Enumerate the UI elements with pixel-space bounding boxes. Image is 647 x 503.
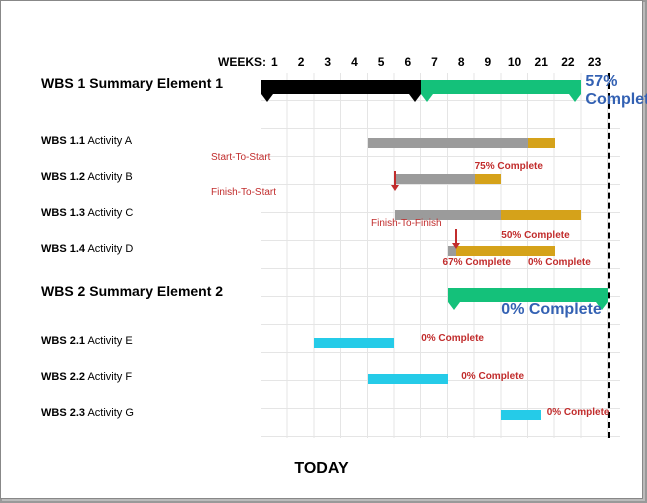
- week-tick: 7: [421, 55, 448, 71]
- weeks-axis-ticks: 12345678910212223: [261, 55, 620, 71]
- week-tick: 6: [394, 55, 421, 71]
- task-bar: [475, 174, 502, 184]
- percent-complete: 57%Complete: [585, 73, 647, 109]
- task-bar: [368, 374, 448, 384]
- row-label: WBS 1.3 Activity C: [41, 207, 133, 219]
- task-bar: [395, 174, 475, 184]
- week-tick: 21: [528, 55, 555, 71]
- progress-label: 50% Complete: [501, 230, 569, 241]
- row-label: WBS 1.4 Activity D: [41, 243, 133, 255]
- progress-label: 0% Complete: [461, 371, 524, 382]
- row-label: WBS 1.2 Activity B: [41, 171, 133, 183]
- weeks-axis-label: WEEKS:: [218, 55, 266, 69]
- percent-complete: 0% Complete: [501, 301, 601, 319]
- document-page: WEEKS: 12345678910212223 WBS 1 Summary E…: [0, 0, 643, 499]
- row-label: WBS 1 Summary Element 1: [41, 75, 223, 91]
- gantt-row: WBS 1 Summary Element 1: [41, 73, 620, 101]
- dependency-label: Finish-To-Start: [211, 187, 276, 198]
- task-bar: [368, 138, 528, 148]
- gantt-row: WBS 2.2 Activity F: [41, 365, 620, 393]
- gantt-row: WBS 1.3 Activity C: [41, 201, 620, 229]
- week-tick: 8: [448, 55, 475, 71]
- week-tick: 2: [288, 55, 315, 71]
- page-shadow: WEEKS: 12345678910212223 WBS 1 Summary E…: [0, 0, 647, 503]
- task-bar: [528, 138, 555, 148]
- bar-area: [261, 129, 620, 157]
- dependency-label: Start-To-Start: [211, 152, 270, 163]
- gantt-chart: WEEKS: 12345678910212223 WBS 1 Summary E…: [41, 51, 620, 438]
- week-tick: 1: [261, 55, 288, 71]
- task-bar: [501, 410, 541, 420]
- gantt-row: WBS 2.3 Activity G: [41, 401, 620, 429]
- summary-bar: [261, 80, 421, 94]
- task-bar: [456, 246, 555, 256]
- week-tick: 10: [501, 55, 528, 71]
- task-bar: [501, 210, 581, 220]
- gantt-row: WBS 2.1 Activity E: [41, 329, 620, 357]
- bar-area: [261, 365, 620, 393]
- row-label: WBS 2.3 Activity G: [41, 407, 134, 419]
- bar-area: [261, 165, 620, 193]
- summary-bar: [421, 80, 581, 94]
- week-tick: 9: [475, 55, 502, 71]
- row-label: WBS 2.2 Activity F: [41, 371, 132, 383]
- dependency-label: Finish-To-Finish: [371, 218, 442, 229]
- week-tick: 3: [314, 55, 341, 71]
- task-bar: [314, 338, 394, 348]
- progress-label: 0% Complete: [421, 333, 484, 344]
- row-label: WBS 1.1 Activity A: [41, 135, 132, 147]
- summary-bar: [448, 288, 608, 302]
- week-tick: 22: [555, 55, 582, 71]
- week-tick: 4: [341, 55, 368, 71]
- row-label: WBS 2.1 Activity E: [41, 335, 133, 347]
- progress-label: 0% Complete: [547, 407, 610, 418]
- row-label: WBS 2 Summary Element 2: [41, 283, 223, 299]
- progress-label: 75% Complete: [475, 161, 543, 172]
- gantt-row: WBS 1.1 Activity A: [41, 129, 620, 157]
- week-tick: 23: [581, 55, 608, 71]
- today-label: TODAY: [1, 460, 642, 478]
- week-tick: 5: [368, 55, 395, 71]
- progress-label: 67% Complete: [443, 257, 511, 268]
- progress-label: 0% Complete: [528, 257, 591, 268]
- bar-area: [261, 73, 620, 101]
